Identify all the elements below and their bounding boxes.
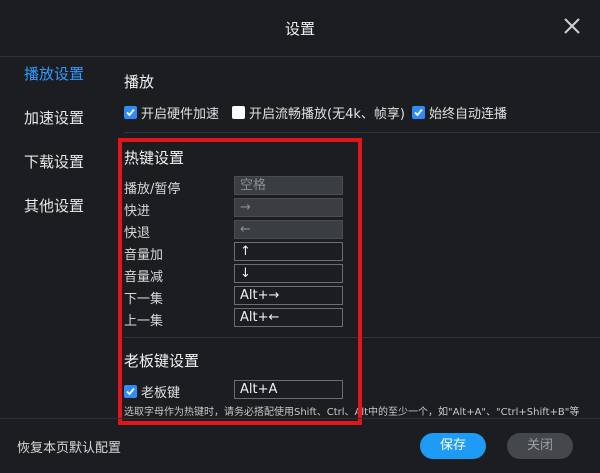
playback-section-title: 播放 <box>124 73 155 91</box>
window-title: 设置 <box>284 20 315 38</box>
hardware-accel-label: 开启硬件加速 <box>141 107 220 122</box>
footer-divider <box>0 418 600 419</box>
close-icon[interactable] <box>562 16 582 36</box>
smooth-play-label: 开启流畅播放(无4k、帧享) <box>249 107 405 122</box>
sidebar-item-playback[interactable]: 播放设置 <box>24 63 84 84</box>
section-divider <box>124 132 600 133</box>
sidebar-item-other[interactable]: 其他设置 <box>24 195 84 216</box>
auto-continue-label: 始终自动连播 <box>429 107 508 122</box>
save-button[interactable]: 保存 <box>420 433 486 459</box>
title-bar: 设置 <box>0 0 600 56</box>
hardware-accel-option[interactable]: 开启硬件加速 <box>124 103 219 122</box>
checkbox-unchecked-icon[interactable] <box>232 106 245 119</box>
sidebar-item-acceleration[interactable]: 加速设置 <box>24 107 84 128</box>
restore-defaults-link[interactable]: 恢复本页默认配置 <box>17 437 121 456</box>
smooth-play-option[interactable]: 开启流畅播放(无4k、帧享) <box>232 103 405 122</box>
sidebar-item-download[interactable]: 下载设置 <box>24 151 84 172</box>
checkbox-checked-icon[interactable] <box>412 106 425 119</box>
checkbox-checked-icon[interactable] <box>124 106 137 119</box>
auto-continue-option[interactable]: 始终自动连播 <box>412 103 507 122</box>
sidebar: 播放设置 加速设置 下载设置 其他设置 <box>0 57 102 417</box>
close-button[interactable]: 关闭 <box>507 433 573 459</box>
highlight-box <box>118 138 362 425</box>
